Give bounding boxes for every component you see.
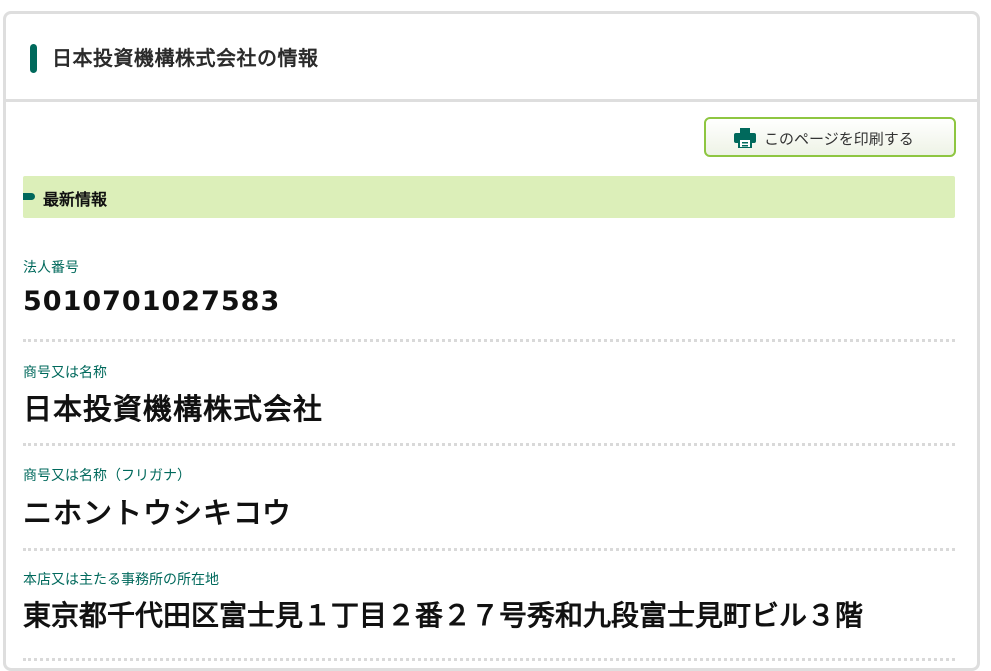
section-marker — [23, 193, 35, 200]
printer-icon — [734, 128, 756, 148]
panel-header: 日本投資機構株式会社の情報 — [6, 14, 977, 102]
field-trade-name: 商号又は名称 日本投資機構株式会社 — [23, 342, 955, 446]
field-value: 日本投資機構株式会社 — [23, 392, 324, 426]
field-value: 東京都千代田区富士見１丁目２番２７号秀和九段富士見町ビル３階 — [23, 599, 864, 632]
field-value: 5010701027583 — [23, 286, 281, 317]
section-header-latest: 最新情報 — [23, 176, 955, 218]
field-corporate-number: 法人番号 5010701027583 — [23, 236, 955, 342]
field-value: ニホントウシキコウ — [23, 496, 292, 530]
field-label: 本店又は主たる事務所の所在地 — [23, 572, 219, 588]
section-title: 最新情報 — [43, 190, 108, 209]
field-head-office-address: 本店又は主たる事務所の所在地 東京都千代田区富士見１丁目２番２７号秀和九段富士見… — [23, 551, 955, 661]
print-button-label: このページを印刷する — [764, 130, 914, 148]
page-title: 日本投資機構株式会社の情報 — [52, 46, 319, 70]
field-trade-name-kana: 商号又は名称（フリガナ） ニホントウシキコウ — [23, 446, 955, 551]
field-label: 法人番号 — [23, 260, 79, 276]
header-accent-bar — [30, 44, 37, 73]
field-label: 商号又は名称（フリガナ） — [23, 468, 191, 484]
field-label: 商号又は名称 — [23, 365, 107, 381]
print-page-button[interactable]: このページを印刷する — [704, 117, 956, 157]
